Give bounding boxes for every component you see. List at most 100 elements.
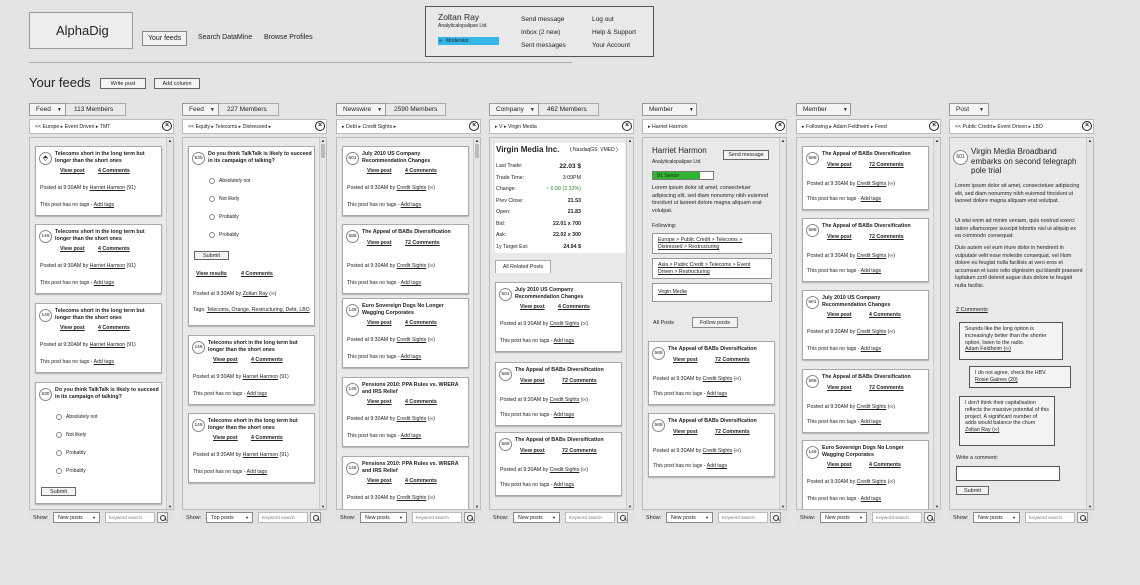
post-card[interactable]: 146 Euro Sovereign Dogs No Longer Waggin… [802, 440, 929, 509]
column-type-select[interactable]: Member ▼ [796, 103, 851, 116]
search-icon[interactable] [310, 512, 321, 523]
search-icon[interactable] [924, 512, 935, 523]
comments-link[interactable]: 4 Comments [869, 312, 901, 318]
show-select[interactable]: New posts ▼ [513, 512, 560, 523]
poll-option[interactable]: Probably [56, 468, 86, 474]
poll-title[interactable]: Do you think TalkTalk is likely to succe… [208, 151, 312, 164]
scrollbar[interactable]: ▲ ▼ [166, 138, 173, 509]
view-post-link[interactable]: View post [520, 448, 545, 454]
scroll-thumb[interactable] [475, 144, 479, 158]
radio-button[interactable] [209, 178, 215, 184]
author-link[interactable]: Credit Sights [550, 397, 580, 403]
add-tags-link[interactable]: Add tags [94, 202, 114, 208]
column-type-select[interactable]: Member ▼ [642, 103, 697, 116]
scroll-down-icon[interactable]: ▼ [627, 504, 633, 509]
author-link[interactable]: Credit Sights [397, 185, 427, 191]
add-tags-link[interactable]: Add tags [861, 268, 881, 274]
close-icon[interactable]: × [162, 121, 172, 131]
scroll-up-icon[interactable]: ▲ [474, 138, 480, 143]
post-card[interactable]: 146 Pensions 2010: PPA Rules vs. WRERA a… [342, 377, 469, 447]
add-tags-link[interactable]: Add tags [861, 496, 881, 502]
post-card[interactable]: 146 Telecoms short in the long term but … [35, 224, 162, 294]
scroll-thumb[interactable] [321, 144, 325, 158]
post-title[interactable]: The Appeal of BABs Diversification [822, 151, 926, 158]
radio-button[interactable] [56, 468, 62, 474]
search-icon[interactable] [157, 512, 168, 523]
post-card[interactable]: 588 The Appeal of BABs Diversification V… [802, 369, 929, 433]
show-select[interactable]: New posts ▼ [360, 512, 407, 523]
author-link[interactable]: Harriet Harmon [243, 452, 278, 458]
post-title[interactable]: Telecoms short in the long term but long… [208, 340, 312, 353]
post-title[interactable]: Euro Sovereign Dogs No Longer Wagging Co… [362, 303, 466, 316]
poll-option[interactable]: Not likely [56, 432, 86, 438]
view-results-link[interactable]: View results [196, 271, 227, 277]
breadcrumb[interactable]: << Equity ▸ Telecoms ▸ Distressed ▸ [182, 119, 327, 134]
post-card[interactable]: 588 The Appeal of BABs Diversification V… [648, 413, 775, 477]
author-link[interactable]: Credit Sights [857, 181, 887, 187]
author-link[interactable]: Credit Sights [397, 263, 427, 269]
scroll-down-icon[interactable]: ▼ [1087, 504, 1093, 509]
poll-option[interactable]: Absolutely not [56, 414, 97, 420]
comments-link[interactable]: 4 Comments [98, 325, 130, 331]
post-card[interactable]: 588 The Appeal of BABs Diversification V… [495, 362, 622, 426]
scroll-down-icon[interactable]: ▼ [320, 504, 326, 509]
author-link[interactable]: Credit Sights [857, 479, 887, 485]
comments-link[interactable]: 4 Comments [241, 271, 273, 277]
following-item[interactable]: Asia > Public Credit > Telecoms > Event … [652, 258, 772, 279]
post-card[interactable]: 146 Telecoms short in the long term but … [188, 413, 315, 483]
radio-button[interactable] [56, 432, 62, 438]
comments-link[interactable]: 72 Comments [869, 162, 904, 168]
post-card[interactable]: 601 July 2010 US Company Recommendation … [495, 282, 622, 352]
nav-browse-profiles[interactable]: Browse Profiles [264, 34, 313, 41]
author-link[interactable]: Credit Sights [703, 376, 733, 382]
poll-option[interactable]: Probably [56, 450, 86, 456]
post-title[interactable]: Telecoms short in the long term but long… [208, 418, 312, 431]
author-link[interactable]: Credit Sights [857, 329, 887, 335]
post-title[interactable]: Telecoms short in the long term but long… [55, 151, 159, 164]
breadcrumb[interactable]: << Public Credit ▸ Event Driven ▸ LBO [949, 119, 1094, 134]
send-message-button[interactable]: Send message [723, 150, 769, 160]
submit-button[interactable]: Submit [41, 487, 76, 496]
add-tags-link[interactable]: Add tags [861, 346, 881, 352]
send-message-link[interactable]: Send message [521, 13, 566, 26]
post-card[interactable]: 588 The Appeal of BABs Diversification V… [802, 218, 929, 282]
poll-option[interactable]: Not likely [209, 196, 239, 202]
post-card[interactable]: 146 Euro Sovereign Dogs No Longer Waggin… [342, 298, 469, 368]
radio-button[interactable] [56, 450, 62, 456]
member-count[interactable]: 227 Members [219, 103, 279, 116]
post-card[interactable]: 146 Pensions 2010: PPA Rules vs. WRERA a… [342, 456, 469, 509]
post-title[interactable]: Pensions 2010: PPA Rules vs. WRERA and I… [362, 461, 466, 474]
submit-button[interactable]: Submit [194, 251, 229, 260]
view-post-link[interactable]: View post [367, 320, 392, 326]
scroll-up-icon[interactable]: ▲ [934, 138, 940, 143]
view-post-link[interactable]: View post [827, 312, 852, 318]
close-icon[interactable]: × [315, 121, 325, 131]
scroll-up-icon[interactable]: ▲ [320, 138, 326, 143]
add-tags-link[interactable]: Add tags [861, 419, 881, 425]
add-tags-link[interactable]: Add tags [861, 196, 881, 202]
keyword-search-input[interactable]: Keyword search [1025, 512, 1075, 523]
close-icon[interactable]: × [775, 121, 785, 131]
comments-link[interactable]: 4 Comments [405, 478, 437, 484]
comments-link[interactable]: 72 Comments [562, 448, 597, 454]
scrollbar[interactable]: ▲ ▼ [473, 138, 480, 509]
close-icon[interactable]: × [1082, 121, 1092, 131]
following-item[interactable]: Europe > Public Credit > Telecoms > Dist… [652, 233, 772, 254]
author-link[interactable]: Credit Sights [550, 467, 580, 473]
post-title[interactable]: Pensions 2010: PPA Rules vs. WRERA and I… [362, 382, 466, 395]
view-post-link[interactable]: View post [367, 168, 392, 174]
vote-icon[interactable]: ⬘ [39, 152, 52, 165]
view-post-link[interactable]: View post [827, 162, 852, 168]
comments-link[interactable]: 4 Comments [558, 304, 590, 310]
account-link[interactable]: Your Account [592, 39, 636, 52]
breadcrumb[interactable]: ▸ Debt ▸ Credit Sights ▸ [336, 119, 481, 134]
author-link[interactable]: Credit Sights [857, 404, 887, 410]
nav-search-datamine[interactable]: Search DataMine [198, 34, 252, 41]
scroll-down-icon[interactable]: ▼ [934, 504, 940, 509]
column-type-select[interactable]: Post ▼ [949, 103, 989, 116]
add-tags-link[interactable]: Add tags [247, 469, 267, 475]
author-link[interactable]: Credit Sights [550, 321, 580, 327]
add-tags-link[interactable]: Add tags [401, 354, 421, 360]
author-link[interactable]: Harriet Harmon [90, 185, 125, 191]
keyword-search-input[interactable]: Keyword search [565, 512, 615, 523]
